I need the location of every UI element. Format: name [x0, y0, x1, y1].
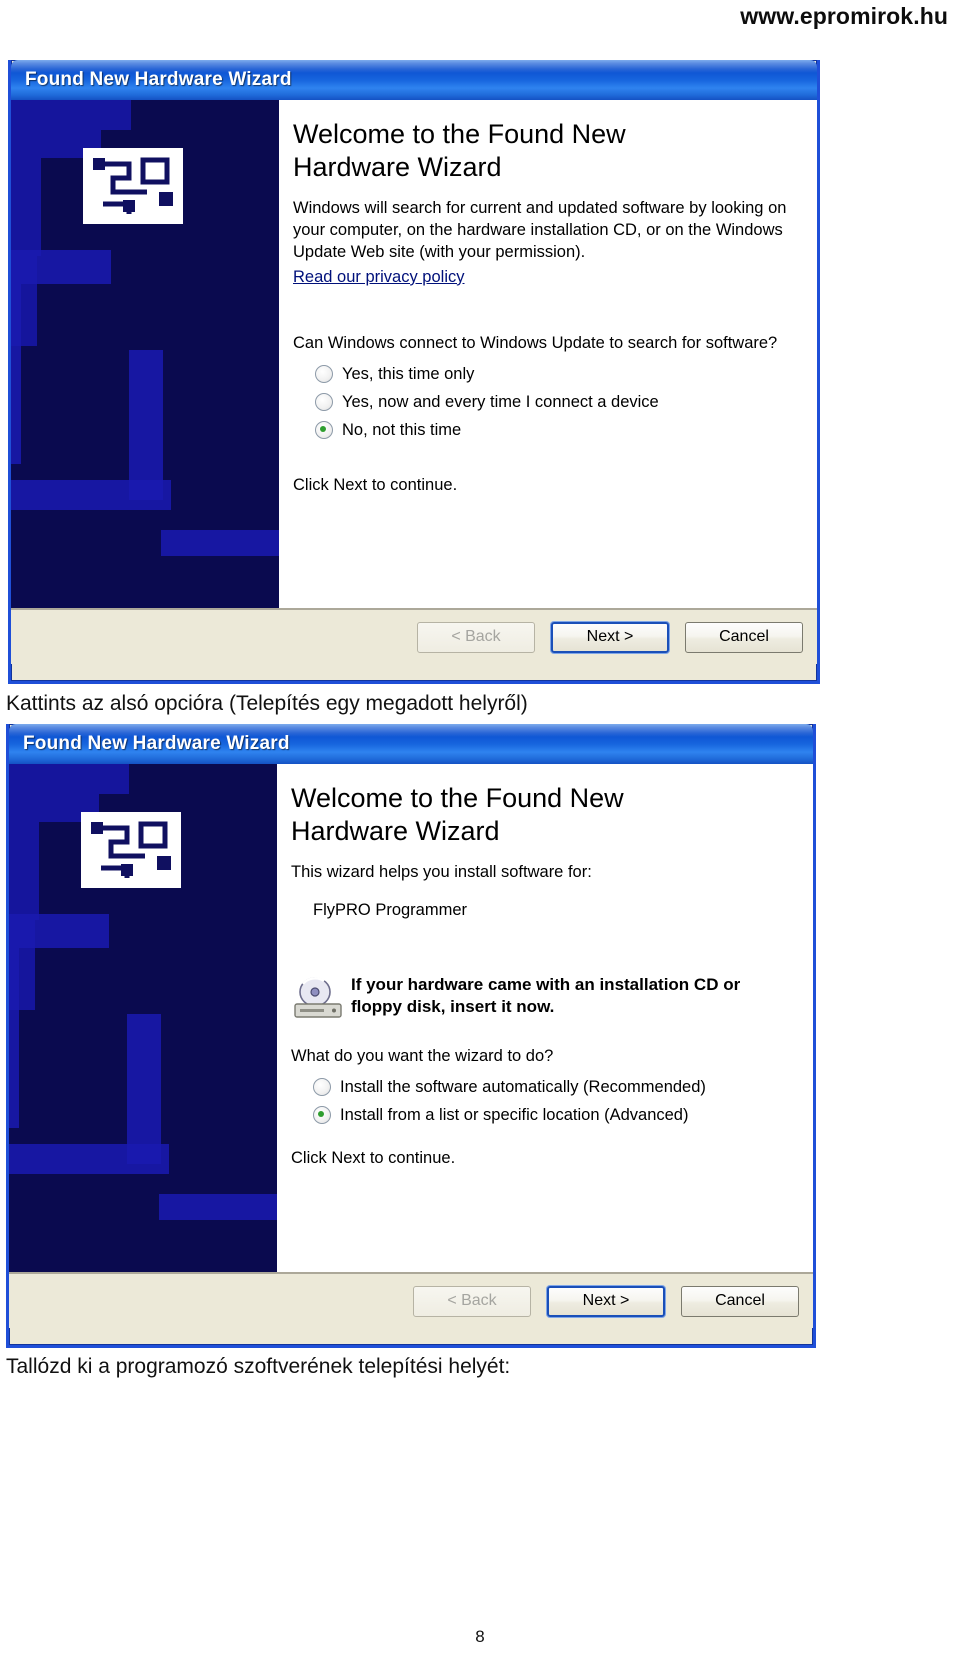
watermark-shape	[9, 822, 39, 920]
watermark-shape	[11, 284, 21, 464]
caption-above-dialog-2: Kattints az alsó opcióra (Telepítés egy …	[6, 692, 528, 715]
radio-option-install-automatically[interactable]: Install the software automatically (Reco…	[313, 1078, 793, 1097]
caption-below-dialog-2: Tallózd ki a programozó szoftverének tel…	[6, 1355, 511, 1378]
watermark-shape	[9, 948, 19, 1128]
dialog-2-footer-hint: Click Next to continue.	[291, 1148, 456, 1167]
watermark-shape	[9, 1144, 169, 1174]
radio-icon-selected	[313, 1106, 331, 1125]
watermark-shape	[127, 1014, 161, 1164]
radio-option-label: Yes, this time only	[342, 364, 475, 383]
page-header: www.epromirok.hu	[0, 0, 960, 34]
watermark-shape	[159, 1194, 277, 1220]
dialog-1-button-bar: < Back Next > Cancel	[11, 608, 817, 664]
found-new-hardware-wizard-dialog-1: Found New Hardware Wizard Welcome to the…	[8, 60, 820, 684]
watermark-shape	[9, 764, 129, 794]
cancel-button[interactable]: Cancel	[681, 1285, 799, 1317]
dialog-1-content: Welcome to the Found New Hardware Wizard…	[279, 100, 817, 608]
dialog-1-heading: Welcome to the Found New Hardware Wizard	[293, 119, 626, 182]
dialog-2-titlebar[interactable]: Found New Hardware Wizard	[9, 724, 813, 764]
dialog-1-question: Can Windows connect to Windows Update to…	[293, 333, 778, 352]
radio-option-no-not-this-time[interactable]: No, not this time	[315, 421, 797, 440]
watermark-shape	[11, 100, 131, 130]
cd-note-text: If your hardware came with an installati…	[351, 974, 741, 1016]
radio-option-yes-this-time-only[interactable]: Yes, this time only	[315, 365, 797, 384]
radio-option-label: Install the software automatically (Reco…	[340, 1077, 706, 1096]
dialog-1-footer-hint: Click Next to continue.	[293, 475, 458, 494]
dialog-2-button-bar: < Back Next > Cancel	[9, 1272, 813, 1328]
radio-icon-selected	[315, 421, 333, 440]
radio-option-label: Install from a list or specific location…	[340, 1105, 689, 1124]
dialog-1-radio-group: Yes, this time only Yes, now and every t…	[315, 365, 797, 440]
site-url: www.epromirok.hu	[740, 3, 948, 29]
next-button[interactable]: Next >	[547, 1285, 665, 1317]
dialog-1-titlebar[interactable]: Found New Hardware Wizard	[11, 60, 817, 100]
dialog-1-title: Found New Hardware Wizard	[25, 69, 292, 90]
dialog-1-body: Welcome to the Found New Hardware Wizard…	[11, 100, 817, 608]
dialog-2-title: Found New Hardware Wizard	[23, 733, 290, 754]
dialog-2-content: Welcome to the Found New Hardware Wizard…	[277, 764, 813, 1272]
next-button[interactable]: Next >	[551, 621, 669, 653]
radio-option-yes-every-time[interactable]: Yes, now and every time I connect a devi…	[315, 393, 797, 412]
dialog-2-question: What do you want the wizard to do?	[291, 1046, 554, 1065]
dialog-1-sidebar-banner	[11, 100, 279, 608]
dialog-1-paragraph: Windows will search for current and upda…	[293, 198, 787, 261]
watermark-shape	[129, 350, 163, 500]
radio-option-label: No, not this time	[342, 420, 462, 439]
dialog-2-sidebar-banner	[9, 764, 277, 1272]
hardware-wizard-icon	[83, 148, 183, 224]
back-button[interactable]: < Back	[413, 1285, 531, 1317]
watermark-shape	[11, 158, 41, 256]
radio-icon	[315, 365, 333, 384]
installation-cd-note: If your hardware came with an installati…	[291, 974, 793, 1020]
watermark-shape	[11, 480, 171, 510]
radio-icon	[313, 1078, 331, 1097]
hardware-wizard-icon	[81, 812, 181, 888]
radio-option-label: Yes, now and every time I connect a devi…	[342, 392, 659, 411]
dialog-2-paragraph: This wizard helps you install software f…	[291, 862, 592, 881]
cd-drive-icon	[291, 976, 345, 1020]
radio-icon	[315, 393, 333, 412]
cancel-button[interactable]: Cancel	[685, 621, 803, 653]
found-new-hardware-wizard-dialog-2: Found New Hardware Wizard Welcome to the…	[6, 724, 816, 1348]
privacy-policy-link[interactable]: Read our privacy policy	[293, 268, 465, 287]
page-number: 8	[475, 1627, 485, 1646]
dialog-2-body: Welcome to the Found New Hardware Wizard…	[9, 764, 813, 1272]
back-button[interactable]: < Back	[417, 621, 535, 653]
device-name: FlyPRO Programmer	[313, 900, 468, 919]
watermark-shape	[11, 250, 111, 284]
dialog-2-radio-group: Install the software automatically (Reco…	[313, 1078, 793, 1125]
radio-option-install-from-list[interactable]: Install from a list or specific location…	[313, 1106, 793, 1125]
watermark-shape	[161, 530, 279, 556]
dialog-2-heading: Welcome to the Found New Hardware Wizard	[291, 783, 624, 846]
watermark-shape	[9, 914, 109, 948]
